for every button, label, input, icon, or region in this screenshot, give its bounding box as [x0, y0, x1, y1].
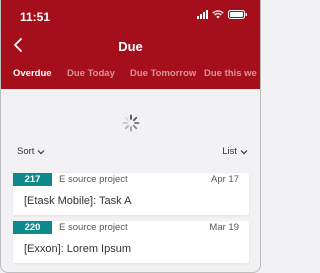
sort-button[interactable]: Sort	[17, 146, 45, 157]
status-icons	[197, 10, 248, 19]
task-card[interactable]: 217 E source project Apr 17 [Etask Mobil…	[13, 173, 249, 215]
task-id-badge: 220	[13, 221, 52, 234]
task-card[interactable]: 220 E source project Mar 19 [Exxon]: Lor…	[13, 221, 249, 263]
view-mode-label: List	[222, 146, 237, 157]
task-due-date: Mar 19	[209, 222, 239, 233]
task-title: [Etask Mobile]: Task A	[24, 195, 132, 207]
tab-bar: Overdue Due Today Due Tomorrow Due this …	[1, 68, 260, 84]
header: 11:51 Due Overdue Due Today Due Tomorrow…	[1, 0, 260, 89]
loading-spinner-icon	[122, 114, 140, 132]
sort-label: Sort	[17, 146, 35, 157]
status-time: 11:51	[20, 10, 51, 24]
task-project: E source project	[59, 222, 128, 233]
tab-overdue[interactable]: Overdue	[13, 68, 52, 79]
signal-icon	[197, 10, 208, 19]
task-project: E source project	[59, 174, 128, 185]
chevron-down-icon	[240, 149, 248, 155]
app-screen: 11:51 Due Overdue Due Today Due Tomorrow…	[0, 0, 261, 273]
status-bar: 11:51	[1, 0, 260, 28]
tab-due-tomorrow[interactable]: Due Tomorrow	[130, 68, 196, 79]
task-id-badge: 217	[13, 173, 52, 186]
wifi-icon	[212, 10, 224, 19]
battery-icon	[228, 10, 248, 19]
task-title: [Exxon]: Lorem Ipsum	[24, 243, 131, 255]
tab-due-this-week[interactable]: Due this we	[204, 68, 257, 79]
task-due-date: Apr 17	[211, 174, 239, 185]
page-title: Due	[118, 39, 143, 54]
tab-due-today[interactable]: Due Today	[67, 68, 115, 79]
nav-bar: Due	[1, 32, 260, 60]
chevron-down-icon	[37, 149, 45, 155]
view-mode-button[interactable]: List	[222, 146, 248, 157]
